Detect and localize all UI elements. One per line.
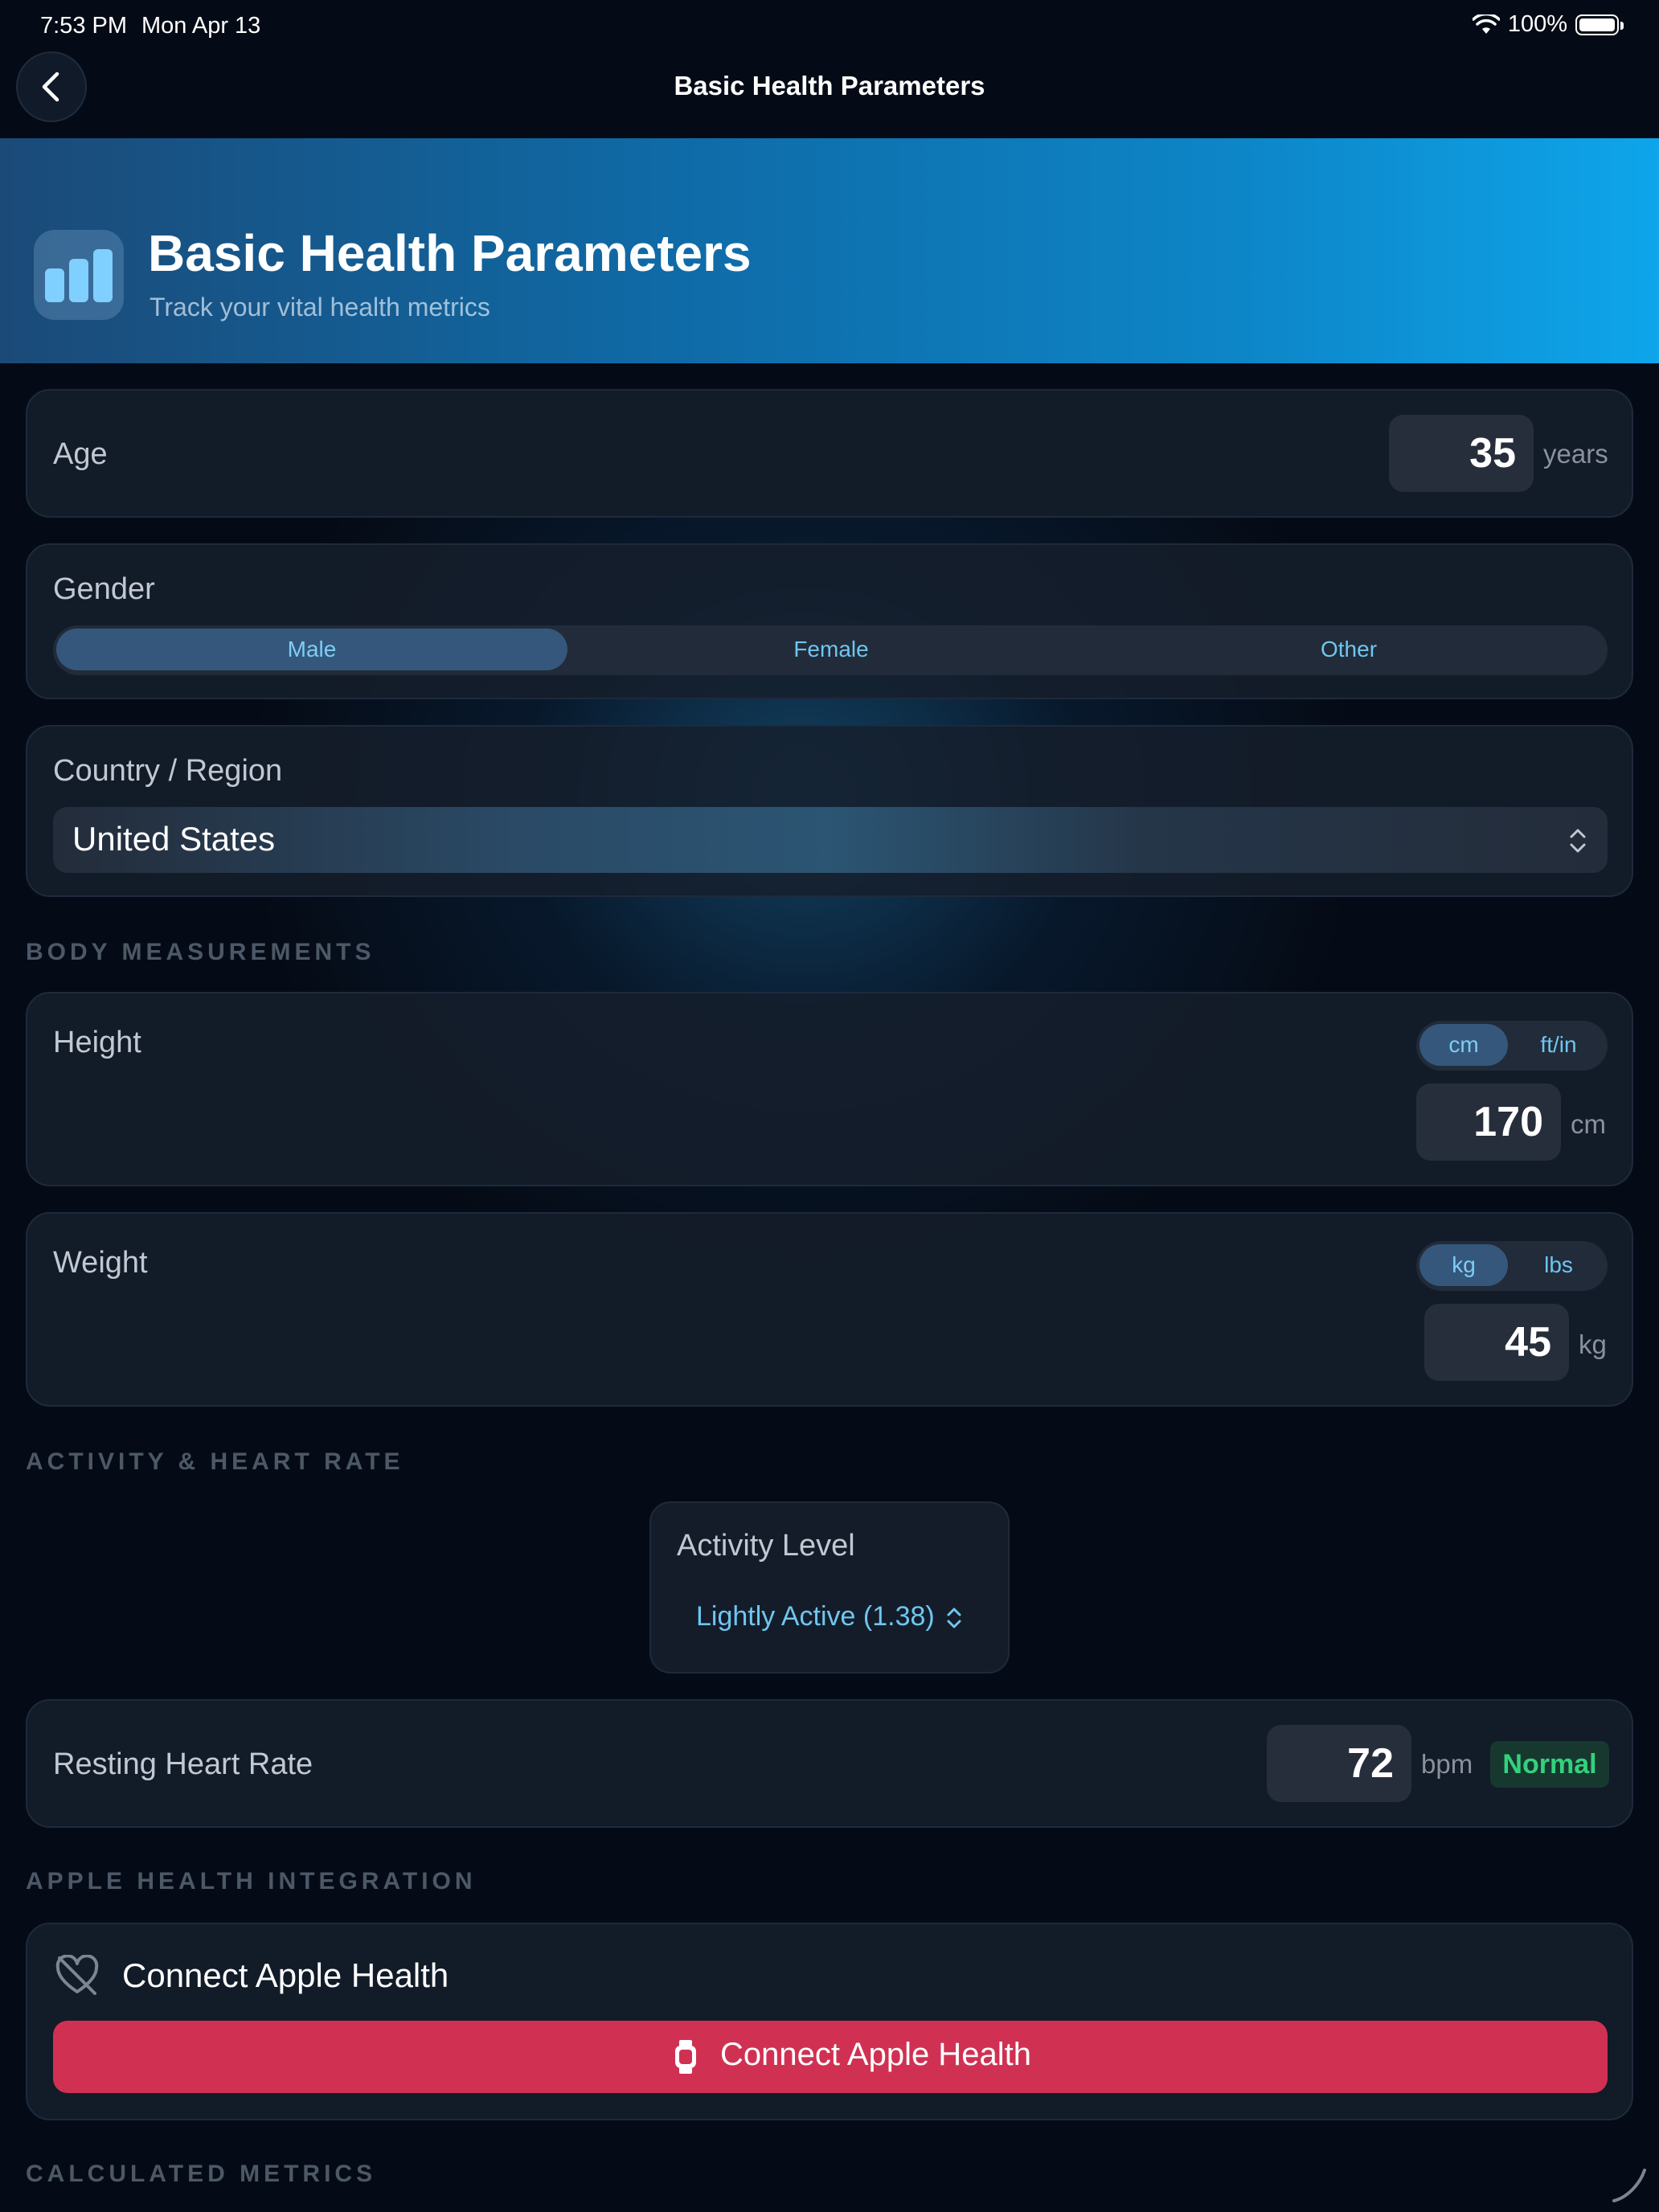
gender-option-female[interactable]: Female: [576, 629, 1087, 670]
age-label: Age: [53, 437, 108, 471]
chevron-up-down-icon: [947, 1608, 961, 1628]
activity-level-value: Lightly Active (1.38): [696, 1601, 935, 1632]
gender-segmented-control: Male Female Other: [53, 625, 1608, 675]
country-value: United States: [72, 820, 276, 858]
wifi-icon: [1472, 14, 1500, 34]
height-unit-cm[interactable]: cm: [1419, 1024, 1508, 1066]
heart-rate-label: Resting Heart Rate: [53, 1747, 313, 1781]
apple-health-title: Connect Apple Health: [122, 1956, 449, 1994]
screen: 7:53 PM Mon Apr 13 100% Basic Health Par…: [0, 0, 1659, 2212]
battery-percent: 100%: [1507, 11, 1567, 37]
weight-input[interactable]: 45: [1424, 1304, 1569, 1381]
battery-icon: [1575, 14, 1624, 35]
apple-health-card: Connect Apple Health Connect Apple Healt…: [26, 1923, 1633, 2120]
chevron-up-down-icon: [1570, 829, 1586, 853]
age-card: Age 35 years: [26, 389, 1633, 518]
height-card: Height cm ft/in 170 cm: [26, 992, 1633, 1186]
height-unit-toggle: cm ft/in: [1416, 1021, 1608, 1071]
scroll-indicator-icon: [1612, 2169, 1646, 2202]
section-activity-heart-rate: ACTIVITY & HEART RATE: [26, 1448, 404, 1475]
status-date: Mon Apr 13: [141, 13, 261, 39]
country-label: Country / Region: [53, 754, 283, 788]
section-calculated-metrics: CALCULATED METRICS: [26, 2161, 377, 2187]
weight-card: Weight kg lbs 45 kg: [26, 1212, 1633, 1407]
age-input[interactable]: 35: [1389, 415, 1534, 492]
connect-apple-health-button[interactable]: Connect Apple Health: [53, 2021, 1608, 2093]
banner-subtitle: Track your vital health metrics: [150, 293, 490, 322]
section-apple-health: APPLE HEALTH INTEGRATION: [26, 1868, 477, 1895]
status-time: 7:53 PM: [40, 13, 127, 39]
resting-heart-rate-card: Resting Heart Rate 72 bpm Normal: [26, 1699, 1633, 1828]
heart-rate-status-badge: Normal: [1490, 1741, 1609, 1788]
heart-rate-input[interactable]: 72: [1267, 1725, 1411, 1802]
country-card: Country / Region United States: [26, 725, 1633, 897]
activity-level-card[interactable]: Activity Level Lightly Active (1.38): [649, 1501, 1010, 1673]
heart-rate-unit: bpm: [1421, 1749, 1473, 1779]
height-label: Height: [53, 1026, 141, 1059]
nav-title: Basic Health Parameters: [674, 71, 985, 100]
activity-level-label: Activity Level: [677, 1529, 855, 1563]
heart-slash-icon: [55, 1955, 99, 1995]
gender-option-male[interactable]: Male: [56, 629, 567, 670]
header-banner: Basic Health Parameters Track your vital…: [0, 138, 1659, 363]
gender-option-other[interactable]: Other: [1093, 629, 1604, 670]
weight-unit: kg: [1579, 1329, 1607, 1359]
age-unit: years: [1543, 439, 1608, 469]
height-unit: cm: [1571, 1109, 1606, 1139]
connect-apple-health-label: Connect Apple Health: [720, 2037, 1031, 2072]
gender-label: Gender: [53, 572, 155, 606]
gender-card: Gender Male Female Other: [26, 543, 1633, 699]
weight-label: Weight: [53, 1246, 148, 1280]
weight-unit-toggle: kg lbs: [1416, 1241, 1608, 1291]
section-body-measurements: BODY MEASUREMENTS: [26, 939, 375, 965]
watch-icon: [675, 2040, 696, 2074]
weight-unit-kg[interactable]: kg: [1419, 1244, 1508, 1286]
height-input[interactable]: 170: [1416, 1083, 1561, 1161]
height-unit-ftin[interactable]: ft/in: [1513, 1024, 1604, 1066]
country-select[interactable]: United States: [53, 807, 1608, 873]
status-right: 100%: [1472, 11, 1624, 38]
chart-bar-icon: [34, 230, 124, 320]
weight-unit-lbs[interactable]: lbs: [1513, 1244, 1604, 1286]
banner-title: Basic Health Parameters: [148, 224, 752, 282]
status-bar: 7:53 PM Mon Apr 13 100%: [0, 0, 1659, 51]
